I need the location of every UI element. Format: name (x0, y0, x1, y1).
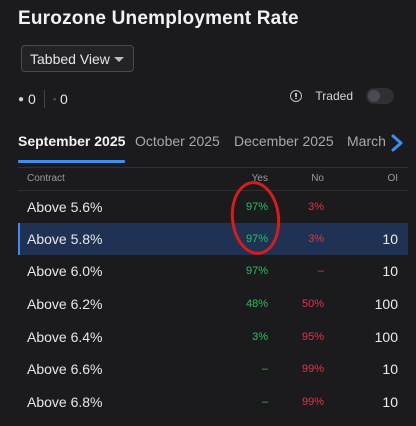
header-no: No (311, 173, 324, 184)
open-interest: 100 (374, 329, 398, 345)
no-price[interactable]: 95% (302, 331, 324, 343)
no-price[interactable]: 50% (302, 298, 324, 310)
chevron-right-icon[interactable] (390, 134, 404, 152)
tab-september-2025[interactable]: September 2025 (18, 133, 125, 157)
yes-price[interactable]: 97% (246, 265, 268, 277)
table-header: Contract Yes No OI (18, 167, 408, 191)
contract-name: Above 6.6% (27, 361, 103, 377)
contract-name: Above 6.0% (27, 263, 103, 279)
yes-price[interactable]: 3% (252, 331, 268, 343)
tab-march[interactable]: March (347, 133, 386, 157)
open-interest: 10 (382, 231, 398, 247)
tab-december-2025[interactable]: December 2025 (234, 133, 334, 157)
no-price[interactable]: 99% (302, 363, 324, 375)
page-title: Eurozone Unemployment Rate (18, 8, 299, 29)
header-oi: OI (387, 173, 398, 184)
tab-october-2025[interactable]: October 2025 (135, 133, 220, 157)
no-price[interactable]: 99% (302, 396, 324, 408)
header-contract: Contract (27, 173, 65, 184)
small-bullet-icon: ◦ (52, 94, 57, 104)
view-select-dropdown[interactable]: Tabbed View (21, 45, 134, 72)
yes-price[interactable]: 48% (246, 298, 268, 310)
traded-toggle[interactable] (366, 88, 394, 104)
yes-price[interactable]: – (262, 396, 268, 408)
contract-name: Above 6.2% (27, 296, 103, 312)
contract-name: Above 6.4% (27, 329, 103, 345)
traded-filter: Traded (290, 88, 394, 104)
chevron-down-icon (114, 57, 124, 62)
open-interest: 100 (374, 296, 398, 312)
position-counts: ● 0 ◦ 0 (18, 90, 68, 108)
table-row[interactable]: Above 6.0% 97% – 10 (18, 255, 408, 287)
table-row-selected[interactable]: Above 5.8% 97% 3% 10 (18, 223, 408, 255)
table-row[interactable]: Above 6.6% – 99% 10 (18, 353, 408, 385)
table-row[interactable]: Above 6.8% – 99% 10 (18, 386, 408, 418)
table-row[interactable]: Above 5.6% 97% 3% (18, 191, 408, 223)
open-interest: 10 (382, 361, 398, 377)
yes-price[interactable]: – (262, 363, 268, 375)
no-price[interactable]: 3% (308, 233, 324, 245)
info-icon[interactable] (290, 90, 303, 102)
count-second: 0 (60, 91, 68, 107)
date-tabs: September 2025 October 2025 December 202… (18, 133, 416, 165)
toggle-knob (368, 90, 380, 102)
contract-name: Above 5.8% (27, 231, 103, 247)
table-row[interactable]: Above 6.2% 48% 50% 100 (18, 288, 408, 320)
view-select-value: Tabbed View (30, 50, 110, 67)
no-price[interactable]: 3% (308, 201, 324, 213)
bullet-icon: ● (18, 93, 25, 105)
no-price[interactable]: – (318, 265, 324, 277)
contract-name: Above 5.6% (27, 199, 103, 215)
count-first: 0 (28, 91, 36, 107)
contract-name: Above 6.8% (27, 394, 103, 410)
traded-label: Traded (315, 89, 353, 103)
table-row[interactable]: Above 6.4% 3% 95% 100 (18, 321, 408, 353)
active-tab-indicator (18, 160, 125, 163)
open-interest: 10 (382, 263, 398, 279)
divider (43, 90, 45, 108)
open-interest: 10 (382, 394, 398, 410)
